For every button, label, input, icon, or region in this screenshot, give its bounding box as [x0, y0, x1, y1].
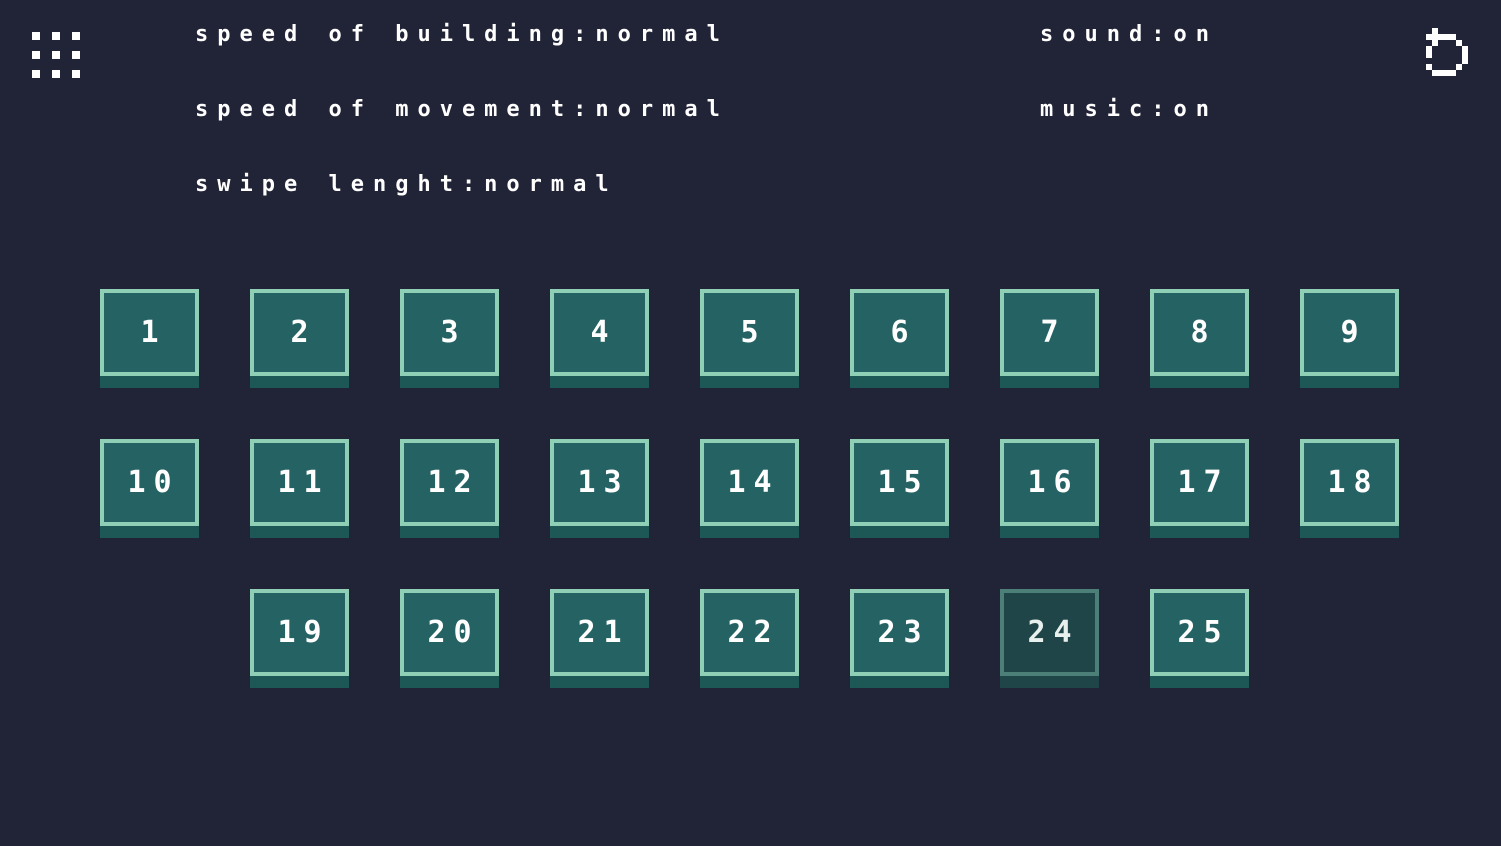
- level-button-23[interactable]: 23: [850, 589, 949, 688]
- level-button-8[interactable]: 8: [1150, 289, 1249, 388]
- level-number: 22: [700, 589, 799, 676]
- level-button-2[interactable]: 2: [250, 289, 349, 388]
- level-number: 1: [100, 289, 199, 376]
- swipe-length-setting[interactable]: swipe lenght:normal: [195, 172, 618, 198]
- undo-arrow-icon[interactable]: [1422, 26, 1476, 84]
- music-toggle[interactable]: music:on: [1040, 97, 1218, 123]
- level-number: 7: [1000, 289, 1099, 376]
- level-number: 17: [1150, 439, 1249, 526]
- speed-of-movement-setting[interactable]: speed of movement:normal: [195, 97, 729, 123]
- level-number: 2: [250, 289, 349, 376]
- level-button-24[interactable]: 24: [1000, 589, 1099, 688]
- level-button-14[interactable]: 14: [700, 439, 799, 538]
- level-button-11[interactable]: 11: [250, 439, 349, 538]
- level-number: 3: [400, 289, 499, 376]
- level-number: 9: [1300, 289, 1399, 376]
- level-number: 13: [550, 439, 649, 526]
- speed-of-building-setting[interactable]: speed of building:normal: [195, 22, 729, 48]
- level-button-16[interactable]: 16: [1000, 439, 1099, 538]
- level-button-25[interactable]: 25: [1150, 589, 1249, 688]
- level-number: 24: [1000, 589, 1099, 676]
- level-button-22[interactable]: 22: [700, 589, 799, 688]
- level-button-9[interactable]: 9: [1300, 289, 1399, 388]
- level-button-3[interactable]: 3: [400, 289, 499, 388]
- level-number: 4: [550, 289, 649, 376]
- level-button-5[interactable]: 5: [700, 289, 799, 388]
- level-number: 18: [1300, 439, 1399, 526]
- level-number: 15: [850, 439, 949, 526]
- level-number: 14: [700, 439, 799, 526]
- level-button-1[interactable]: 1: [100, 289, 199, 388]
- level-button-21[interactable]: 21: [550, 589, 649, 688]
- level-button-18[interactable]: 18: [1300, 439, 1399, 538]
- level-number: 8: [1150, 289, 1249, 376]
- level-button-15[interactable]: 15: [850, 439, 949, 538]
- level-number: 23: [850, 589, 949, 676]
- level-number: 21: [550, 589, 649, 676]
- level-number: 5: [700, 289, 799, 376]
- level-button-13[interactable]: 13: [550, 439, 649, 538]
- sound-toggle[interactable]: sound:on: [1040, 22, 1218, 48]
- level-button-4[interactable]: 4: [550, 289, 649, 388]
- level-number: 19: [250, 589, 349, 676]
- level-number: 20: [400, 589, 499, 676]
- level-button-20[interactable]: 20: [400, 589, 499, 688]
- level-button-17[interactable]: 17: [1150, 439, 1249, 538]
- level-number: 12: [400, 439, 499, 526]
- level-button-10[interactable]: 10: [100, 439, 199, 538]
- grid-menu-icon[interactable]: [30, 30, 82, 82]
- level-number: 11: [250, 439, 349, 526]
- level-number: 6: [850, 289, 949, 376]
- level-button-6[interactable]: 6: [850, 289, 949, 388]
- level-button-19[interactable]: 19: [250, 589, 349, 688]
- level-button-7[interactable]: 7: [1000, 289, 1099, 388]
- level-number: 16: [1000, 439, 1099, 526]
- level-number: 25: [1150, 589, 1249, 676]
- level-number: 10: [100, 439, 199, 526]
- level-button-12[interactable]: 12: [400, 439, 499, 538]
